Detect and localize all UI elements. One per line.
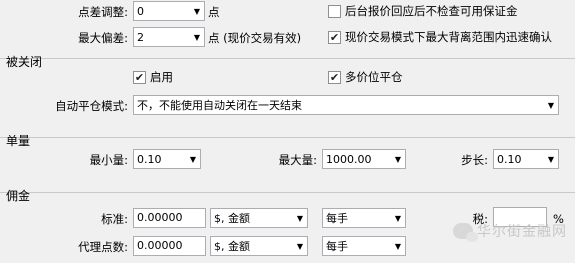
auto-close-select[interactable]: 不，不能使用自动关闭在一天结束 ▼ xyxy=(133,95,559,115)
multi-close-label: 多价位平仓 xyxy=(345,70,403,84)
max-deviation-spinner[interactable]: 2 ▼ xyxy=(133,27,205,47)
volume-title: 单量 xyxy=(6,134,31,148)
max-deviation-value: 2 xyxy=(137,30,144,44)
checkbox-box[interactable] xyxy=(328,4,341,18)
chevron-down-icon[interactable]: ▼ xyxy=(186,155,200,164)
max-volume-select[interactable]: 1000.00 ▼ xyxy=(322,149,406,169)
min-volume-select[interactable]: 0.10 ▼ xyxy=(133,149,201,169)
agent-label: 代理点数: xyxy=(78,240,128,254)
max-volume-value: 1000.00 xyxy=(326,152,372,166)
auto-close-value: 不，不能使用自动关闭在一天结束 xyxy=(137,99,302,112)
no-margin-check-checkbox[interactable]: 后台报价回应后不检查可用保证金 xyxy=(328,3,518,19)
reject-deviation-checkbox[interactable]: ✔ 现价交易模式下最大背离范围内迅速确认 xyxy=(328,29,552,45)
chevron-down-icon[interactable]: ▼ xyxy=(293,214,307,223)
max-volume-label: 最大量: xyxy=(278,153,317,167)
multi-close-checkbox[interactable]: ✔ 多价位平仓 xyxy=(328,69,403,85)
volume-group-divider xyxy=(0,137,575,138)
max-deviation-unit: 点 (现价交易有效) xyxy=(208,31,302,45)
commission-title: 佣金 xyxy=(6,189,31,203)
step-value: 0.10 xyxy=(497,152,522,166)
step-select[interactable]: 0.10 ▼ xyxy=(493,149,559,169)
min-volume-value: 0.10 xyxy=(137,152,162,166)
chevron-down-icon[interactable]: ▼ xyxy=(293,242,307,251)
standard-type-value: $, 金额 xyxy=(214,212,250,225)
standard-commission-input[interactable]: 0.00000 xyxy=(133,208,206,228)
no-margin-check-label: 后台报价回应后不检查可用保证金 xyxy=(345,4,518,18)
standard-per-value: 每手 xyxy=(326,212,348,225)
checkmark-icon[interactable]: ✔ xyxy=(328,30,341,44)
step-label: 步长: xyxy=(461,153,488,167)
agent-commission-input[interactable]: 0.00000 xyxy=(133,236,206,256)
closed-by-group-divider xyxy=(0,58,575,59)
checkmark-icon[interactable]: ✔ xyxy=(133,70,146,84)
agent-per-value: 每手 xyxy=(326,240,348,253)
agent-type-value: $, 金额 xyxy=(214,240,250,253)
slippage-value: 0 xyxy=(137,4,144,18)
slippage-label: 点差调整: xyxy=(78,5,128,19)
agent-per-select[interactable]: 每手 ▼ xyxy=(322,236,406,256)
min-volume-label: 最小量: xyxy=(89,153,128,167)
chevron-down-icon[interactable]: ▼ xyxy=(391,155,405,164)
chevron-down-icon[interactable]: ▼ xyxy=(391,242,405,251)
agent-type-select[interactable]: $, 金额 ▼ xyxy=(210,236,308,256)
slippage-unit: 点 xyxy=(208,5,220,19)
standard-type-select[interactable]: $, 金额 ▼ xyxy=(210,208,308,228)
reject-deviation-label: 现价交易模式下最大背离范围内迅速确认 xyxy=(345,30,552,44)
chevron-down-icon[interactable]: ▼ xyxy=(544,155,558,164)
chevron-down-icon[interactable]: ▼ xyxy=(391,214,405,223)
chevron-down-icon[interactable]: ▼ xyxy=(544,101,558,110)
commission-group-divider xyxy=(0,192,575,193)
chevron-down-icon[interactable]: ▼ xyxy=(190,7,204,16)
watermark-text: 华尔街金融网 xyxy=(477,224,567,240)
max-deviation-label: 最大偏差: xyxy=(78,31,128,45)
closed-by-title: 被关闭 xyxy=(6,55,43,69)
watermark: 华尔街金融网 xyxy=(453,221,567,242)
enable-checkbox[interactable]: ✔ 启用 xyxy=(133,69,173,85)
wechat-icon xyxy=(453,223,478,242)
checkmark-icon[interactable]: ✔ xyxy=(328,70,341,84)
standard-per-select[interactable]: 每手 ▼ xyxy=(322,208,406,228)
slippage-spinner[interactable]: 0 ▼ xyxy=(133,1,205,21)
chevron-down-icon[interactable]: ▼ xyxy=(190,33,204,42)
enable-label: 启用 xyxy=(150,70,173,84)
standard-label: 标准: xyxy=(101,212,128,226)
auto-close-label: 自动平仓模式: xyxy=(55,99,128,113)
